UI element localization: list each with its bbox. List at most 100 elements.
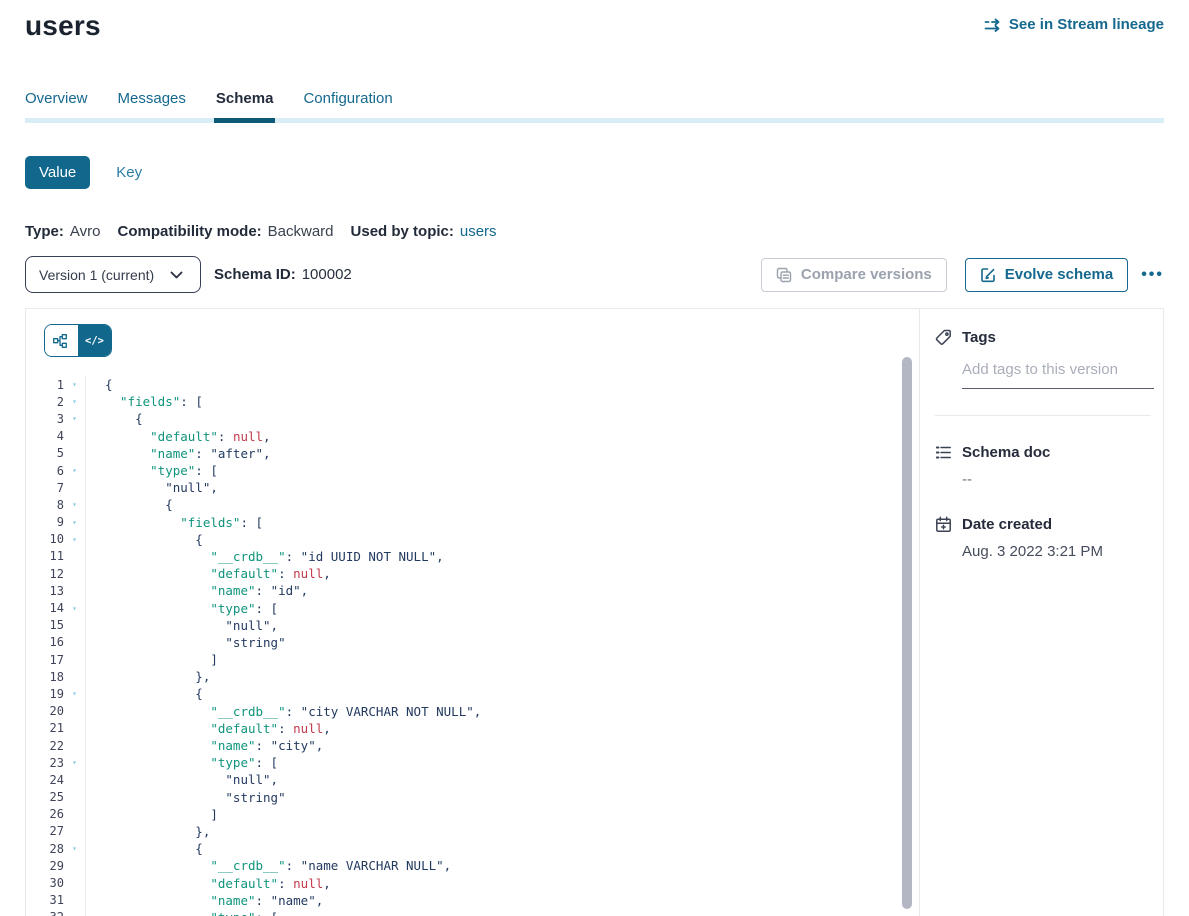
code-line: 31"name": "name", [26,892,919,909]
code-gutter: 6▾ [26,462,86,479]
line-number: 1 [26,378,64,392]
code-gutter: 15 [26,617,86,634]
code-gutter: 4 [26,428,86,445]
key-toggle-button[interactable]: Key [116,164,142,181]
fold-toggle-icon[interactable]: ▾ [64,397,85,406]
fold-toggle-icon[interactable]: ▾ [64,380,85,389]
value-toggle-button[interactable]: Value [25,156,90,189]
code-line: 6▾"type": [ [26,462,919,479]
code-line: 7"null", [26,479,919,496]
date-created-value: Aug. 3 2022 3:21 PM [962,543,1163,560]
compare-versions-button[interactable]: Compare versions [761,258,947,292]
line-number: 32 [26,910,64,916]
code-text: "__crdb__": "city VARCHAR NOT NULL", [86,704,481,719]
line-number: 12 [26,567,64,581]
schema-page: users See in Stream lineage OverviewMess… [0,0,1189,916]
code-text: "type": [ [86,601,278,616]
edit-schema-icon [980,267,997,283]
value-key-toggle: Value Key [25,156,1164,189]
stream-lineage-icon [984,18,1001,32]
line-number: 15 [26,618,64,632]
fold-toggle-icon[interactable]: ▾ [64,758,85,767]
details-sidebar: Tags Schema doc -- [920,309,1164,916]
code-line: 18}, [26,668,919,685]
line-number: 18 [26,670,64,684]
code-line: 22"name": "city", [26,737,919,754]
code-text: "default": null, [86,876,331,891]
code-text: }, [86,824,210,839]
tab-schema[interactable]: Schema [216,90,274,123]
schema-panel: </> 1▾{2▾"fields": [3▾{4"default": null,… [25,308,1164,916]
add-tags-input[interactable] [962,359,1154,389]
tree-view-button[interactable] [45,325,78,356]
code-line: 5"name": "after", [26,445,919,462]
line-number: 17 [26,653,64,667]
code-gutter: 18 [26,668,86,685]
line-number: 16 [26,635,64,649]
code-gutter: 23▾ [26,754,86,771]
code-text: "name": "city", [86,738,323,753]
code-gutter: 22 [26,737,86,754]
page-header: users See in Stream lineage [25,0,1164,43]
line-number: 19 [26,687,64,701]
fold-toggle-icon[interactable]: ▾ [64,535,85,544]
version-select-value: Version 1 (current) [39,267,154,283]
fold-toggle-icon[interactable]: ▾ [64,844,85,853]
fold-toggle-icon[interactable]: ▾ [64,604,85,613]
compare-versions-label: Compare versions [801,266,932,283]
version-select[interactable]: Version 1 (current) [25,256,201,293]
code-text: "fields": [ [86,515,263,530]
code-line: 15"null", [26,617,919,634]
code-line: 10▾{ [26,531,919,548]
line-number: 11 [26,549,64,563]
code-gutter: 11 [26,548,86,565]
code-line: 12 "default": null, [26,565,919,582]
tab-strip [25,118,1164,123]
tags-heading-label: Tags [962,329,996,346]
schema-doc-heading: Schema doc [935,444,1163,461]
code-gutter: 28▾ [26,840,86,857]
fold-toggle-icon[interactable]: ▾ [64,500,85,509]
code-text: { [86,411,143,426]
line-number: 29 [26,859,64,873]
line-number: 9 [26,515,64,529]
meta-item: Type:Avro [25,223,100,240]
editor-toolbar: </> [26,309,919,355]
code-text: "string" [86,790,286,805]
more-options-button[interactable]: ••• [1141,266,1164,284]
code-text: "name": "id", [86,583,308,598]
code-text: }, [86,669,210,684]
code-scrollbar-thumb[interactable] [902,357,912,909]
line-number: 2 [26,395,64,409]
code-gutter: 7 [26,479,86,496]
code-gutter: 31 [26,892,86,909]
line-number: 4 [26,429,64,443]
code-view-button[interactable]: </> [78,325,111,356]
fold-toggle-icon[interactable]: ▾ [64,466,85,475]
code-gutter: 21 [26,720,86,737]
fold-toggle-icon[interactable]: ▾ [64,518,85,527]
code-gutter: 32▾ [26,909,86,916]
code-gutter: 2▾ [26,393,86,410]
line-number: 8 [26,498,64,512]
code-gutter: 30 [26,874,86,891]
code-text: { [86,686,203,701]
code-text: "default": null, [86,566,331,581]
code-line: 20"__crdb__": "city VARCHAR NOT NULL", [26,703,919,720]
meta-label: Type: [25,223,64,240]
used-by-topic-link[interactable]: users [460,223,497,240]
schema-id-value: 100002 [302,266,352,283]
code-gutter: 14▾ [26,599,86,616]
see-in-stream-lineage-link[interactable]: See in Stream lineage [984,16,1164,33]
sidebar-divider [935,415,1151,416]
code-text: "type": [ [86,755,278,770]
line-number: 26 [26,807,64,821]
code-line: 9▾"fields": [ [26,514,919,531]
fold-toggle-icon[interactable]: ▾ [64,414,85,423]
code-line: 30"default": null, [26,874,919,891]
evolve-schema-button[interactable]: Evolve schema [965,258,1128,292]
line-number: 25 [26,790,64,804]
code-line: 24"null", [26,771,919,788]
calendar-plus-icon [935,516,952,533]
fold-toggle-icon[interactable]: ▾ [64,689,85,698]
